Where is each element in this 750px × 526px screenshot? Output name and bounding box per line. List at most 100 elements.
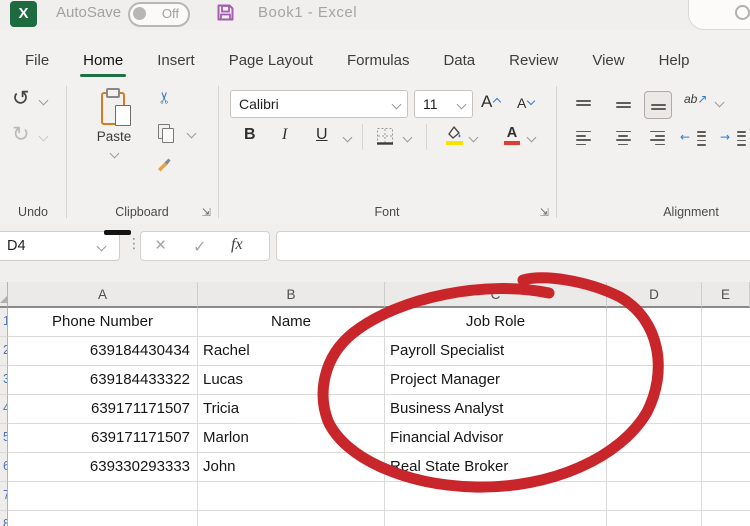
- cell-B7[interactable]: [198, 482, 385, 511]
- row-header-4[interactable]: 4: [0, 395, 8, 424]
- top-align-button[interactable]: [570, 92, 596, 118]
- tab-review[interactable]: Review: [494, 42, 573, 80]
- copy-dropdown-icon[interactable]: [186, 128, 197, 139]
- cell-D4[interactable]: [607, 395, 702, 424]
- cell-C2[interactable]: Payroll Specialist: [385, 337, 607, 366]
- underline-button[interactable]: U: [316, 126, 328, 144]
- cell-B2[interactable]: Rachel: [198, 337, 385, 366]
- cell-A3[interactable]: 639184433322: [8, 366, 198, 395]
- paste-button[interactable]: Paste: [82, 86, 146, 196]
- cell-B6[interactable]: John: [198, 453, 385, 482]
- clipboard-dialog-launcher-icon[interactable]: ⇲: [202, 207, 211, 218]
- cell-D1[interactable]: [607, 308, 702, 337]
- tab-formulas[interactable]: Formulas: [332, 42, 425, 80]
- column-header-E[interactable]: E: [702, 282, 750, 308]
- font-size-select[interactable]: 11: [414, 90, 473, 118]
- bold-button[interactable]: B: [244, 126, 256, 144]
- select-all-corner[interactable]: [0, 282, 8, 308]
- copy-icon[interactable]: [158, 124, 175, 143]
- cell-C1[interactable]: Job Role: [385, 308, 607, 337]
- row-header-5[interactable]: 5: [0, 424, 8, 453]
- cut-icon[interactable]: ✂: [155, 91, 174, 104]
- column-header-D[interactable]: D: [607, 282, 702, 308]
- underline-dropdown-icon[interactable]: [342, 132, 353, 143]
- cell-D6[interactable]: [607, 453, 702, 482]
- tab-insert[interactable]: Insert: [142, 42, 210, 80]
- font-color-icon[interactable]: A: [504, 125, 520, 145]
- cancel-icon[interactable]: ×: [155, 235, 166, 257]
- middle-align-button[interactable]: [610, 92, 636, 118]
- format-painter-icon[interactable]: [156, 156, 173, 178]
- tab-file[interactable]: File: [10, 42, 64, 80]
- cell-C6[interactable]: Real State Broker: [385, 453, 607, 482]
- align-left-button[interactable]: [570, 125, 596, 151]
- column-header-C[interactable]: C: [385, 282, 607, 308]
- center-button[interactable]: [610, 125, 636, 151]
- undo-dropdown-icon[interactable]: [38, 95, 49, 106]
- cell-A4[interactable]: 639171171507: [8, 395, 198, 424]
- tab-view[interactable]: View: [577, 42, 639, 80]
- autosave-toggle[interactable]: Off: [128, 2, 190, 27]
- row-header-3[interactable]: 3: [0, 366, 8, 395]
- tab-page-layout[interactable]: Page Layout: [214, 42, 328, 80]
- row-header-8[interactable]: 8: [0, 511, 8, 526]
- cell-E3[interactable]: [702, 366, 750, 395]
- cell-E8[interactable]: [702, 511, 750, 526]
- cell-A8[interactable]: [8, 511, 198, 526]
- row-header-6[interactable]: 6: [0, 453, 8, 482]
- orientation-button[interactable]: ab↗: [684, 92, 707, 106]
- cell-C5[interactable]: Financial Advisor: [385, 424, 607, 453]
- cell-B1[interactable]: Name: [198, 308, 385, 337]
- borders-icon[interactable]: [376, 127, 394, 150]
- cell-A6[interactable]: 639330293333: [8, 453, 198, 482]
- cell-C8[interactable]: [385, 511, 607, 526]
- decrease-font-size-button[interactable]: A: [517, 95, 536, 111]
- row-header-2[interactable]: 2: [0, 337, 8, 366]
- cell-D3[interactable]: [607, 366, 702, 395]
- tab-home[interactable]: Home: [68, 42, 138, 80]
- formula-input[interactable]: [276, 231, 750, 261]
- italic-button[interactable]: I: [282, 126, 287, 144]
- cell-A1[interactable]: Phone Number: [8, 308, 198, 337]
- cell-B8[interactable]: [198, 511, 385, 526]
- name-box[interactable]: D4: [0, 231, 120, 261]
- align-right-button[interactable]: [644, 125, 670, 151]
- cell-B4[interactable]: Tricia: [198, 395, 385, 424]
- increase-font-size-button[interactable]: A: [481, 92, 502, 112]
- cell-B3[interactable]: Lucas: [198, 366, 385, 395]
- redo-icon[interactable]: ↻: [12, 122, 30, 146]
- cell-E4[interactable]: [702, 395, 750, 424]
- enter-icon[interactable]: ✓: [193, 237, 206, 256]
- borders-dropdown-icon[interactable]: [402, 132, 413, 143]
- font-dialog-launcher-icon[interactable]: ⇲: [540, 207, 549, 218]
- tab-help[interactable]: Help: [644, 42, 705, 80]
- column-header-A[interactable]: A: [8, 282, 198, 308]
- tab-data[interactable]: Data: [428, 42, 490, 80]
- cell-E2[interactable]: [702, 337, 750, 366]
- cell-D5[interactable]: [607, 424, 702, 453]
- cell-A5[interactable]: 639171171507: [8, 424, 198, 453]
- cell-C4[interactable]: Business Analyst: [385, 395, 607, 424]
- search-box[interactable]: [688, 0, 750, 30]
- insert-function-button[interactable]: fx: [231, 236, 243, 254]
- cell-C7[interactable]: [385, 482, 607, 511]
- font-color-dropdown-icon[interactable]: [526, 132, 537, 143]
- cell-A2[interactable]: 639184430434: [8, 337, 198, 366]
- cell-E6[interactable]: [702, 453, 750, 482]
- fill-color-icon[interactable]: [446, 125, 464, 145]
- row-header-1[interactable]: 1: [0, 308, 8, 337]
- cell-D7[interactable]: [607, 482, 702, 511]
- cell-B5[interactable]: Marlon: [198, 424, 385, 453]
- increase-indent-button[interactable]: →: [720, 130, 746, 146]
- cell-E5[interactable]: [702, 424, 750, 453]
- cell-E1[interactable]: [702, 308, 750, 337]
- cell-D2[interactable]: [607, 337, 702, 366]
- cell-E7[interactable]: [702, 482, 750, 511]
- cell-D8[interactable]: [607, 511, 702, 526]
- fill-color-dropdown-icon[interactable]: [468, 132, 479, 143]
- column-header-B[interactable]: B: [198, 282, 385, 308]
- row-header-7[interactable]: 7: [0, 482, 8, 511]
- cell-C3[interactable]: Project Manager: [385, 366, 607, 395]
- bottom-align-button-selected[interactable]: [644, 91, 672, 119]
- decrease-indent-button[interactable]: ←: [680, 130, 706, 146]
